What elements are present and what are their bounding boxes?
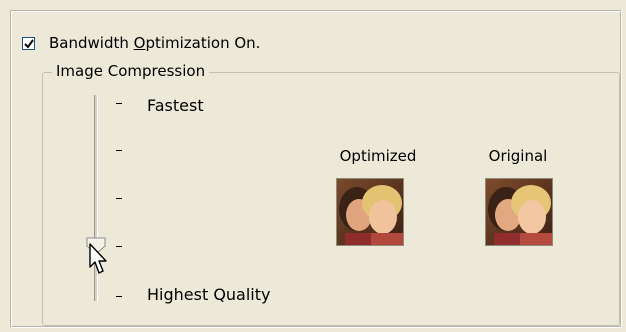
highest-quality-label: Highest Quality — [147, 285, 271, 304]
children-photo-icon — [337, 179, 403, 245]
original-title: Original — [488, 147, 548, 165]
optimized-title: Optimized — [339, 147, 417, 165]
slider-tick — [116, 103, 122, 104]
slider-tick — [116, 150, 122, 151]
image-compression-title: Image Compression — [52, 62, 210, 80]
label-after: ptimization On. — [145, 34, 261, 52]
bandwidth-optimization-checkbox[interactable] — [22, 36, 35, 50]
bandwidth-optimization-label: Bandwidth Optimization On. — [49, 34, 260, 52]
mouse-pointer-icon — [89, 243, 107, 274]
slider-tick — [116, 198, 122, 199]
label-accel: O — [133, 34, 146, 52]
fastest-label: Fastest — [147, 96, 204, 115]
bandwidth-optimization-checkbox-row[interactable]: Bandwidth Optimization On. — [22, 34, 260, 52]
label-before: Bandwidth — [49, 34, 134, 52]
original-preview-image — [485, 178, 553, 246]
children-photo-icon — [486, 179, 552, 245]
slider-tick — [116, 246, 122, 247]
slider-tick — [116, 296, 122, 297]
check-icon — [24, 38, 34, 49]
optimized-preview-image — [336, 178, 404, 246]
